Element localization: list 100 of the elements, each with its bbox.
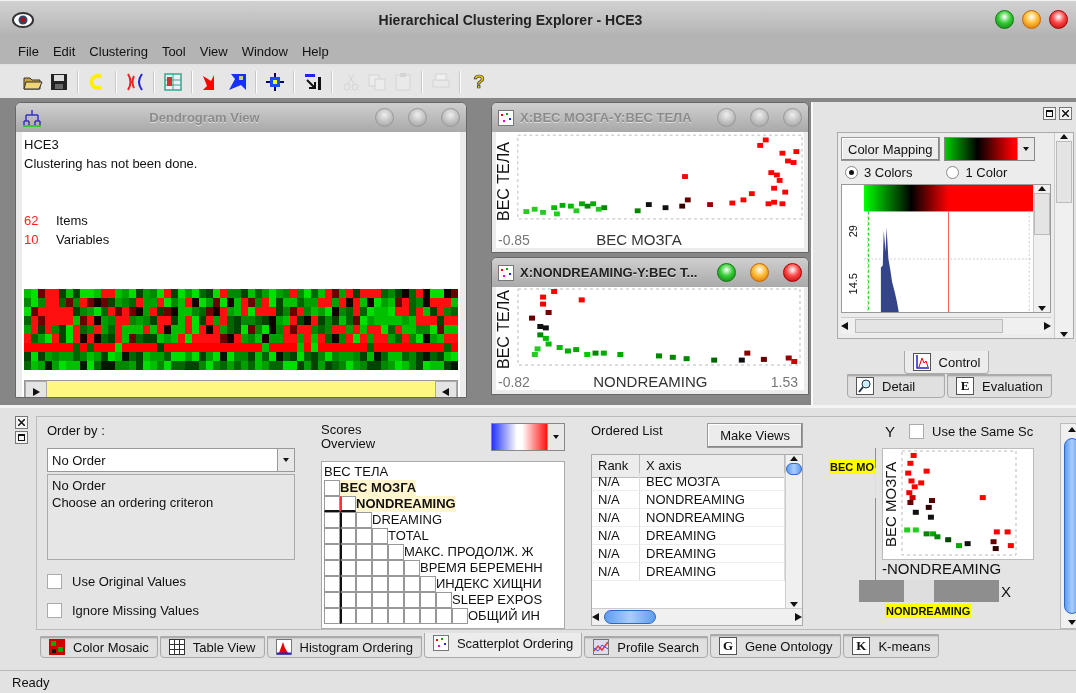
down-arrow-icon[interactable]	[1060, 330, 1068, 338]
checkbox[interactable]: Use Original Values	[47, 574, 295, 589]
tab[interactable]: Profile Search	[584, 636, 708, 658]
tab[interactable]: G Gene Ontology	[709, 634, 842, 658]
scroll-bar[interactable]	[1054, 133, 1073, 338]
window-control-button[interactable]	[1022, 10, 1041, 29]
mosaic-icon	[49, 639, 65, 655]
scroll-thumb[interactable]	[855, 319, 1003, 333]
window-control-button[interactable]	[783, 263, 802, 282]
left-arrow-icon[interactable]	[841, 322, 849, 330]
tab[interactable]: Scatterplot Ordering	[423, 633, 583, 658]
menu-item[interactable]: View	[199, 43, 228, 59]
grid-cell	[420, 608, 436, 624]
grid-cell	[372, 544, 388, 560]
variable-label[interactable]: SLEEP EXPOS	[452, 592, 543, 608]
tab[interactable]: Table View	[159, 636, 265, 658]
scroll-bar[interactable]	[875, 448, 876, 580]
tab[interactable]: Control	[903, 351, 990, 374]
variable-label[interactable]: ОБЩИЙ ИН	[468, 608, 540, 624]
grid-cell	[356, 576, 372, 592]
color-scale-dropdown[interactable]	[491, 423, 565, 451]
window-control-button[interactable]	[717, 263, 736, 282]
grid-icon[interactable]	[163, 72, 183, 92]
down-arrow-icon[interactable]	[790, 600, 798, 608]
scroll-thumb[interactable]	[1034, 193, 1050, 235]
caret-icon[interactable]	[552, 433, 560, 441]
tab[interactable]: E Evaluation	[947, 374, 1052, 398]
variable-label[interactable]: ИНДЕКС ХИЩНИ	[436, 576, 542, 592]
variable-label[interactable]: DREAMING	[372, 512, 443, 528]
caret-icon[interactable]	[282, 456, 290, 464]
column-header[interactable]: X axis	[640, 455, 785, 478]
checkbox[interactable]: Use the Same Sc	[909, 424, 1034, 439]
up-arrow-icon[interactable]	[1060, 133, 1068, 141]
up-arrow-icon[interactable]	[1038, 185, 1046, 193]
variable-label[interactable]: ВРЕМЯ БЕРЕМЕНН	[420, 560, 543, 576]
scroll-bar[interactable]	[841, 317, 1051, 334]
scroll-thumb[interactable]	[1064, 438, 1076, 614]
scroll-thumb[interactable]	[604, 610, 656, 624]
move-icon[interactable]	[265, 72, 285, 92]
order-dropdown[interactable]: No Order	[47, 448, 295, 472]
up-arrow-icon[interactable]	[1068, 426, 1076, 434]
menu-item[interactable]: Help	[301, 43, 329, 59]
branch-icon[interactable]	[125, 72, 145, 92]
down-arrow-icon[interactable]	[1038, 304, 1046, 312]
left-arrow-icon[interactable]	[592, 613, 600, 621]
left-arrow-icon[interactable]	[442, 388, 450, 396]
scroll-bar[interactable]	[859, 580, 999, 602]
scroll-thumb[interactable]	[1056, 141, 1072, 203]
window-title: Hierarchical Clustering Explorer - HCE3	[377, 11, 644, 28]
make-views-button[interactable]: Make Views	[707, 423, 803, 448]
close-button[interactable]	[15, 416, 28, 429]
letter-icon: K	[852, 637, 871, 655]
color-scale-dropdown[interactable]	[943, 137, 1035, 161]
menu-item[interactable]: Tool	[161, 43, 186, 59]
scroll-bar[interactable]	[24, 380, 458, 397]
variable-label[interactable]: TOTAL	[388, 528, 429, 544]
variable-label[interactable]: NONDREAMING	[356, 496, 456, 512]
variable-label[interactable]: ВЕС МОЗГА	[340, 480, 417, 496]
tab[interactable]: Detail	[847, 374, 945, 398]
menu-item[interactable]: Edit	[52, 43, 76, 59]
scroll-bar[interactable]	[592, 608, 802, 625]
window-control-button[interactable]	[750, 263, 769, 282]
right-arrow-icon[interactable]	[794, 613, 802, 621]
window-control-button[interactable]	[995, 10, 1014, 29]
pointer-icon[interactable]	[303, 72, 323, 92]
grid-cell	[404, 560, 420, 576]
caret-icon[interactable]	[1021, 145, 1030, 153]
right-arrow-icon[interactable]	[32, 388, 40, 396]
window-control-button[interactable]	[1049, 10, 1068, 29]
scroll-thumb[interactable]	[875, 468, 876, 498]
axis-label: -NONDREAMING	[882, 560, 1003, 577]
up-arrow-icon[interactable]	[790, 455, 798, 463]
close-icon	[18, 419, 25, 426]
restore-button[interactable]	[15, 431, 28, 444]
restore-button[interactable]	[1043, 106, 1056, 120]
arrow-icon[interactable]	[227, 72, 247, 92]
variable-label[interactable]: ВЕС ТЕЛА	[324, 464, 389, 480]
close-button[interactable]	[1059, 106, 1072, 120]
menu-item[interactable]: File	[18, 43, 39, 59]
column-header[interactable]: Rank	[592, 455, 640, 478]
menu-item[interactable]: Window	[241, 43, 288, 59]
right-arrow-icon[interactable]	[1043, 322, 1051, 330]
tab[interactable]: K K-means	[843, 634, 940, 658]
menu-item[interactable]: Clustering	[89, 43, 148, 59]
tab[interactable]: Histogram Ordering	[266, 636, 422, 658]
tab[interactable]: Color Mosaic	[40, 636, 158, 658]
color-mapping-button[interactable]: Color Mapping	[841, 137, 940, 161]
checkbox[interactable]: Ignore Missing Values	[47, 603, 295, 618]
variable-label[interactable]: МАКС. ПРОДОЛЖ. Ж	[404, 544, 534, 560]
grid-cell	[356, 512, 372, 528]
scroll-thumb[interactable]	[904, 580, 934, 602]
down-arrow-icon[interactable]	[1068, 618, 1076, 626]
radio-button[interactable]: 1 Color	[946, 165, 1008, 180]
scroll-bar[interactable]	[785, 455, 802, 608]
scroll-bar[interactable]	[1033, 185, 1050, 312]
scroll-thumb[interactable]	[786, 463, 802, 475]
grid-cell	[324, 528, 340, 544]
grid-cell	[324, 608, 340, 624]
radio-button[interactable]: 3 Colors	[845, 165, 913, 180]
scatter-icon	[498, 264, 514, 281]
